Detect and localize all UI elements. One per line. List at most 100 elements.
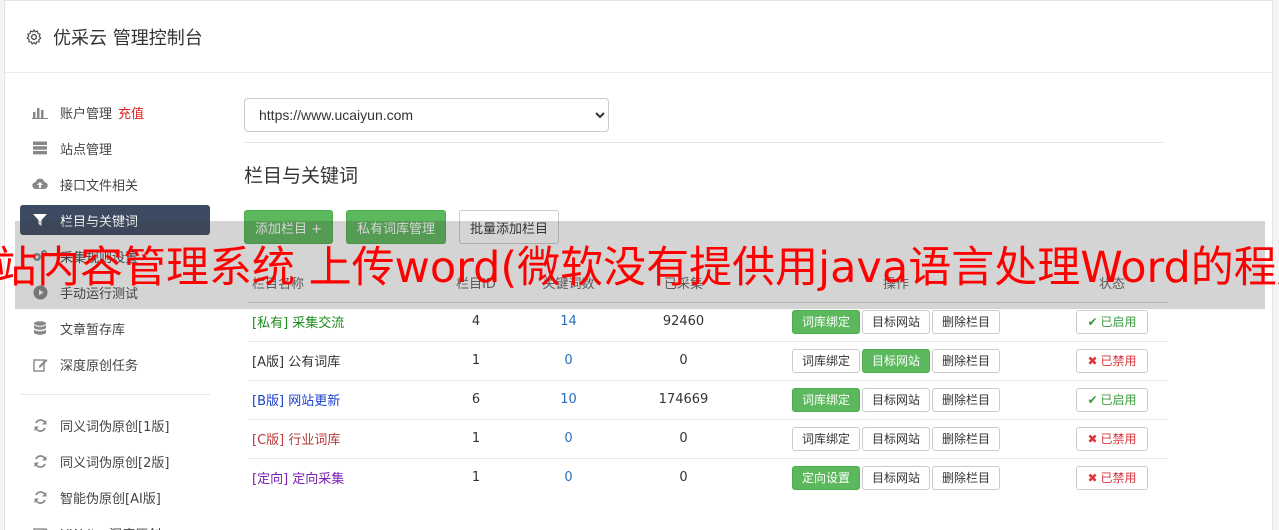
collected-count: 0 <box>631 340 736 380</box>
refresh-icon <box>32 417 48 433</box>
recharge-link[interactable]: 充值 <box>118 103 144 122</box>
column-name-cell: [A版] 公有词库 <box>248 340 446 380</box>
status-label: 已禁用 <box>1100 354 1137 368</box>
column-name-cell: [B版] 网站更新 <box>248 379 446 419</box>
status-label: 已启用 <box>1100 315 1137 329</box>
sidebar-item[interactable]: 同义词伪原创[2版] <box>20 443 210 479</box>
sidebar-item-label: 接口文件相关 <box>60 178 139 194</box>
keyword-count[interactable]: 10 <box>506 379 631 419</box>
table-row: [B版] 网站更新 6 10 174669 词库绑定 目标网站 删除栏目 ✔ 已启用 <box>248 379 1168 419</box>
check-icon: ✔ <box>1087 392 1098 407</box>
delete-column-button[interactable]: 删除栏目 <box>932 426 1001 451</box>
delete-column-button[interactable]: 删除栏目 <box>932 387 1001 412</box>
status-toggle[interactable]: ✖ 已禁用 <box>1076 348 1148 373</box>
site-select[interactable]: https://www.ucaiyun.com <box>244 98 609 132</box>
section-title: 栏目与关键词 <box>244 165 359 187</box>
sidebar-item[interactable]: 接口文件相关 <box>20 166 210 202</box>
column-prefix: [A版] <box>252 355 285 370</box>
status-cell: ✔ 已启用 <box>1056 379 1168 419</box>
status-toggle[interactable]: ✖ 已禁用 <box>1076 426 1148 451</box>
refresh-icon <box>32 453 48 469</box>
table-row: [A版] 公有词库 1 0 0 词库绑定 目标网站 删除栏目 ✖ 已禁用 <box>248 340 1168 380</box>
sidebar-item[interactable]: 站点管理 <box>20 130 210 166</box>
status-label: 已禁用 <box>1100 471 1137 486</box>
sidebar-item[interactable]: 同义词伪原创[1版] <box>20 407 210 443</box>
sidebar-item[interactable]: UWriter深度原创 <box>20 515 210 530</box>
keyword-count[interactable]: 0 <box>506 457 631 497</box>
actions-cell: 定向设置 目标网站 删除栏目 <box>736 457 1056 497</box>
delete-column-button[interactable]: 删除栏目 <box>932 465 1001 490</box>
cross-icon: ✖ <box>1087 431 1098 446</box>
column-id: 1 <box>446 340 506 380</box>
sidebar-item[interactable]: 深度原创任务 <box>20 346 210 382</box>
cross-icon: ✖ <box>1087 470 1098 485</box>
refresh-icon <box>32 489 48 505</box>
keyword-count[interactable]: 0 <box>506 418 631 458</box>
status-label: 已启用 <box>1100 393 1137 407</box>
sidebar-item[interactable]: 账户管理 充值 <box>20 94 210 130</box>
table-row: [C版] 行业词库 1 0 0 词库绑定 目标网站 删除栏目 ✖ 已禁用 <box>248 418 1168 458</box>
collected-count: 174669 <box>631 379 736 419</box>
sidebar-item[interactable]: 文章暂存库 <box>20 310 210 346</box>
status-cell: ✖ 已禁用 <box>1056 418 1168 458</box>
gear-icon <box>26 28 42 45</box>
column-name-cell: [C版] 行业词库 <box>248 418 446 458</box>
bind-lexicon-button[interactable]: 词库绑定 <box>791 426 860 451</box>
status-cell: ✖ 已禁用 <box>1056 340 1168 380</box>
cloud-upload-icon <box>32 176 48 192</box>
sidebar: 账户管理 充值 站点管理 接口文件相关 栏目与关键词 采集规则设置 手动运行测试 文章暂存库深… <box>20 94 210 530</box>
column-name-cell: [定向] 定向采集 <box>248 457 446 497</box>
column-name-link[interactable]: 定向采集 <box>292 472 344 487</box>
divider <box>244 142 1164 143</box>
cross-icon: ✖ <box>1087 353 1098 368</box>
status-toggle[interactable]: ✖ 已禁用 <box>1076 465 1148 490</box>
target-site-button[interactable]: 目标网站 <box>861 387 930 412</box>
status-cell: ✖ 已禁用 <box>1056 457 1168 497</box>
check-icon: ✔ <box>1087 314 1098 329</box>
column-id: 1 <box>446 418 506 458</box>
sidebar-item-label: 账户管理 <box>60 106 113 122</box>
target-site-button[interactable]: 目标网站 <box>861 465 930 490</box>
sidebar-item-label: 智能伪原创[AI版] <box>60 491 161 507</box>
bind-lexicon-button[interactable]: 词库绑定 <box>791 309 860 334</box>
sidebar-item[interactable]: 智能伪原创[AI版] <box>20 479 210 515</box>
status-toggle[interactable]: ✔ 已启用 <box>1076 387 1148 412</box>
bind-lexicon-button[interactable]: 词库绑定 <box>791 387 860 412</box>
server-icon <box>32 140 48 156</box>
sidebar-item-label: 站点管理 <box>60 142 113 158</box>
column-id: 6 <box>446 379 506 419</box>
delete-column-button[interactable]: 删除栏目 <box>932 348 1001 373</box>
sidebar-item-label: 文章暂存库 <box>60 322 126 338</box>
target-site-button[interactable]: 目标网站 <box>861 348 930 373</box>
status-toggle[interactable]: ✔ 已启用 <box>1076 309 1148 334</box>
sidebar-item-label: 同义词伪原创[1版] <box>60 419 170 435</box>
target-site-button[interactable]: 目标网站 <box>861 309 930 334</box>
column-name-link[interactable]: 采集交流 <box>292 316 344 331</box>
column-prefix: [定向] <box>252 472 289 488</box>
edit-icon <box>32 525 48 530</box>
column-prefix: [C版] <box>252 433 285 448</box>
sidebar-item-label: 深度原创任务 <box>60 358 139 374</box>
panel-header: 优采云 管理控制台 <box>5 1 1272 73</box>
edit-icon <box>32 356 48 372</box>
overlay-banner-text: 站内容管理系统 上传word(微软没有提供用java语言处理Word的程序 <box>0 243 1279 293</box>
delete-column-button[interactable]: 删除栏目 <box>932 309 1001 334</box>
actions-cell: 词库绑定 目标网站 删除栏目 <box>736 418 1056 458</box>
bind-lexicon-button[interactable]: 词库绑定 <box>791 348 860 373</box>
keyword-count[interactable]: 0 <box>506 340 631 380</box>
actions-cell: 词库绑定 目标网站 删除栏目 <box>736 379 1056 419</box>
column-name-link[interactable]: 网站更新 <box>288 394 340 409</box>
column-name-link[interactable]: 公有词库 <box>288 355 340 370</box>
collected-count: 0 <box>631 418 736 458</box>
target-site-button[interactable]: 目标网站 <box>861 426 930 451</box>
table-row: [定向] 定向采集 1 0 0 定向设置 目标网站 删除栏目 ✖ 已禁用 <box>248 457 1168 497</box>
column-name-link[interactable]: 行业词库 <box>288 433 340 448</box>
sidebar-item-label: UWriter深度原创 <box>60 524 161 530</box>
column-id: 1 <box>446 457 506 497</box>
bind-lexicon-button[interactable]: 定向设置 <box>791 465 860 490</box>
sidebar-item-label: 同义词伪原创[2版] <box>60 455 170 471</box>
status-label: 已禁用 <box>1100 432 1137 446</box>
actions-cell: 词库绑定 目标网站 删除栏目 <box>736 340 1056 380</box>
page-title: 优采云 管理控制台 <box>53 27 203 49</box>
database-icon <box>32 320 48 336</box>
